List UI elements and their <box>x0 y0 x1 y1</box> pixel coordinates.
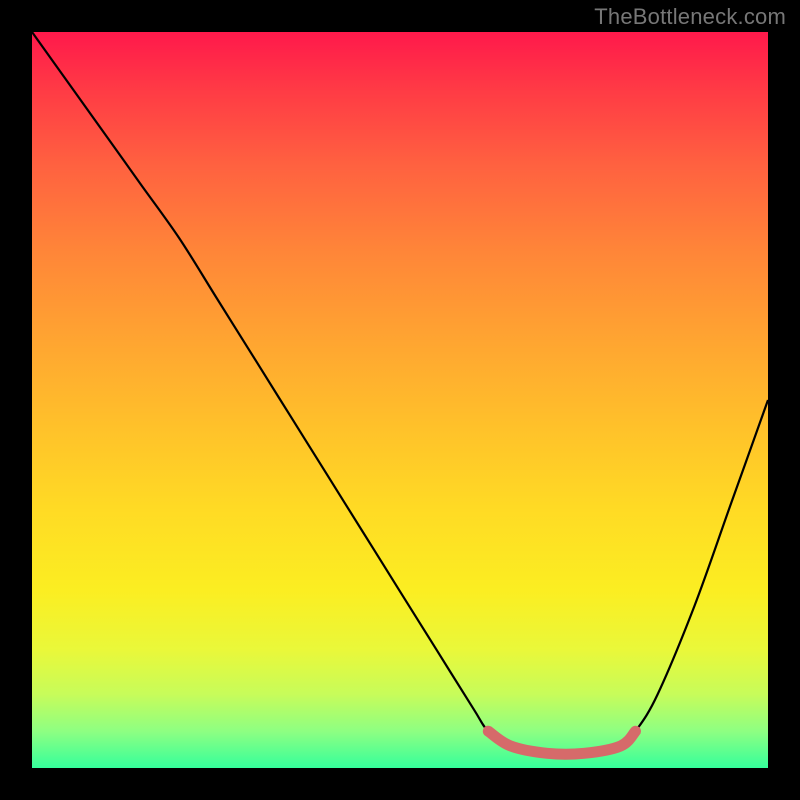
chart-frame: TheBottleneck.com <box>0 0 800 800</box>
watermark-label: TheBottleneck.com <box>594 4 786 30</box>
highlight-region <box>488 731 635 754</box>
plot-area <box>32 32 768 768</box>
bottleneck-curve <box>32 32 768 754</box>
curve-layer <box>32 32 768 768</box>
